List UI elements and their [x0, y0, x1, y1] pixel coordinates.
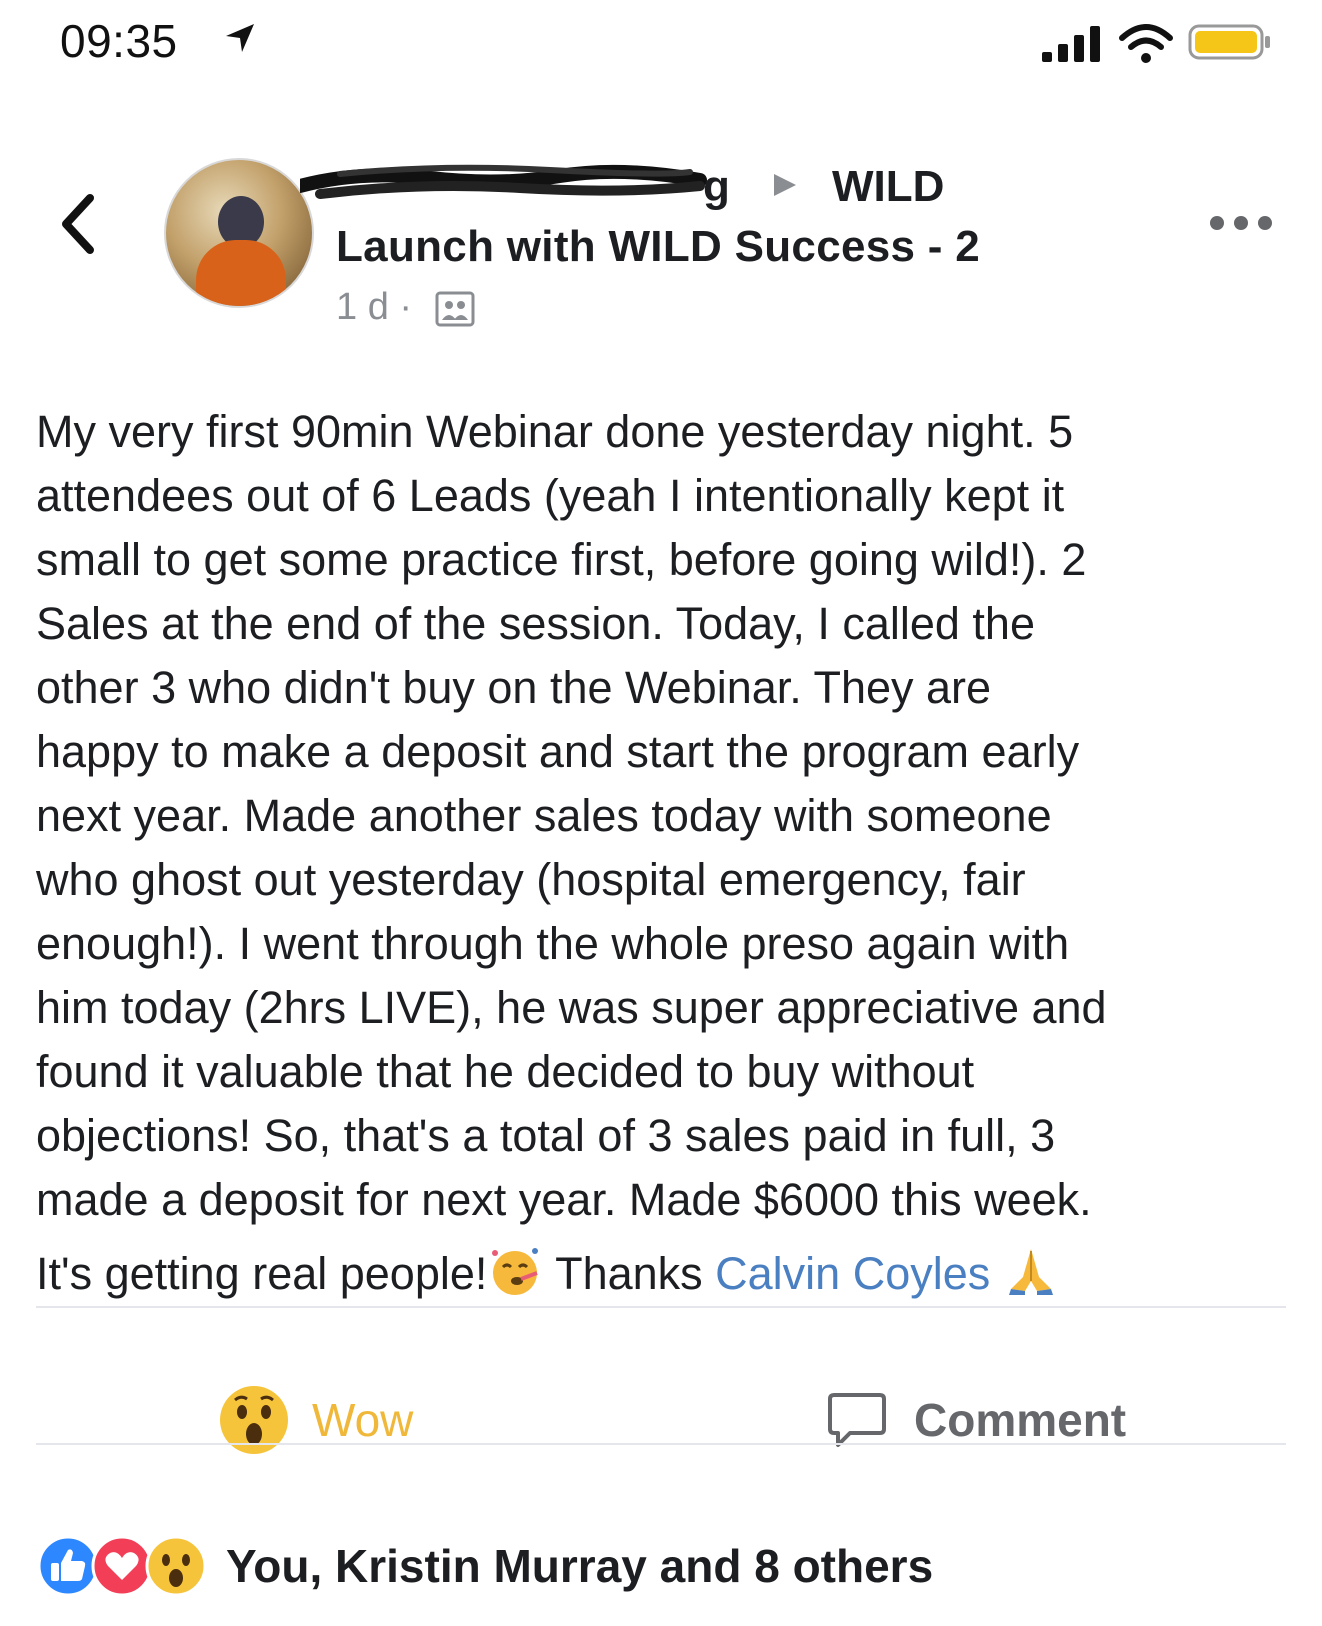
group-name-line1[interactable]: WILD — [832, 162, 944, 212]
post-line: My very first 90min Webinar done yesterd… — [36, 406, 1074, 457]
comment-label: Comment — [914, 1394, 1127, 1446]
cellular-signal-icon — [1042, 26, 1100, 62]
wow-icon — [220, 1386, 288, 1454]
wifi-icon — [1119, 24, 1173, 63]
wow-label: Wow — [312, 1394, 414, 1446]
comment-icon — [828, 1393, 886, 1447]
post-line: attendees out of 6 Leads (yeah I intenti… — [36, 470, 1065, 521]
post-text: My very first 90min Webinar done yesterd… — [36, 400, 1290, 1306]
post-line: him today (2hrs LIVE), he was super appr… — [36, 982, 1107, 1033]
play-triangle-icon — [774, 174, 796, 196]
battery-icon — [1188, 24, 1270, 60]
reactions-summary-text[interactable]: You, Kristin Murray and 8 others — [226, 1539, 933, 1593]
comment-button[interactable]: Comment — [826, 1380, 1156, 1460]
status-bar: 09:35 — [0, 0, 1322, 90]
reaction-icons — [36, 1534, 212, 1598]
post-thanks-text: Thanks — [543, 1248, 716, 1299]
post-line: Sales at the end of the session. Today, … — [36, 598, 1035, 649]
divider — [36, 1306, 1286, 1308]
wow-reaction-button[interactable]: Wow — [218, 1380, 448, 1460]
status-time: 09:35 — [60, 15, 178, 67]
post-line: other 3 who didn't buy on the Webinar. T… — [36, 662, 992, 713]
folded-hands-icon — [1008, 1249, 1053, 1296]
more-options-icon[interactable] — [1208, 210, 1274, 236]
divider — [36, 1443, 1286, 1445]
reactions-summary[interactable]: You, Kristin Murray and 8 others — [36, 1526, 933, 1606]
post-timestamp[interactable]: 1 d · — [336, 286, 412, 329]
wow-icon — [145, 1535, 207, 1597]
mention-link[interactable]: Calvin Coyles — [715, 1248, 990, 1299]
post-line: made a deposit for next year. Made $6000… — [36, 1174, 1092, 1225]
post-last-line-prefix: It's getting real people! — [36, 1248, 488, 1299]
post-line: happy to make a deposit and start the pr… — [36, 726, 1080, 777]
action-bar: Wow Comment — [0, 1350, 1322, 1480]
back-icon[interactable] — [48, 184, 108, 264]
avatar-shirt — [196, 240, 286, 306]
partying-face-icon — [492, 1248, 539, 1296]
location-arrow-icon — [226, 24, 254, 52]
post-line: next year. Made another sales today with… — [36, 790, 1052, 841]
post-header: g WILD Launch with WILD Success - 2 1 d … — [0, 140, 1322, 340]
post-line: small to get some practice first, before… — [36, 534, 1087, 585]
post-last-line: It's getting real people! Thanks Calvin … — [36, 1242, 1290, 1306]
group-name-line2[interactable]: Launch with WILD Success - 2 — [336, 222, 980, 272]
author-name-tail[interactable]: g — [703, 162, 730, 212]
group-members-icon — [435, 291, 475, 327]
redacted-author-name — [300, 164, 707, 199]
post-line: found it valuable that he decided to buy… — [36, 1046, 975, 1097]
post-line: objections! So, that's a total of 3 sale… — [36, 1110, 1056, 1161]
author-avatar[interactable] — [164, 158, 314, 308]
post-line: who ghost out yesterday (hospital emerge… — [36, 854, 1026, 905]
post-line: enough!). I went through the whole preso… — [36, 918, 1070, 969]
